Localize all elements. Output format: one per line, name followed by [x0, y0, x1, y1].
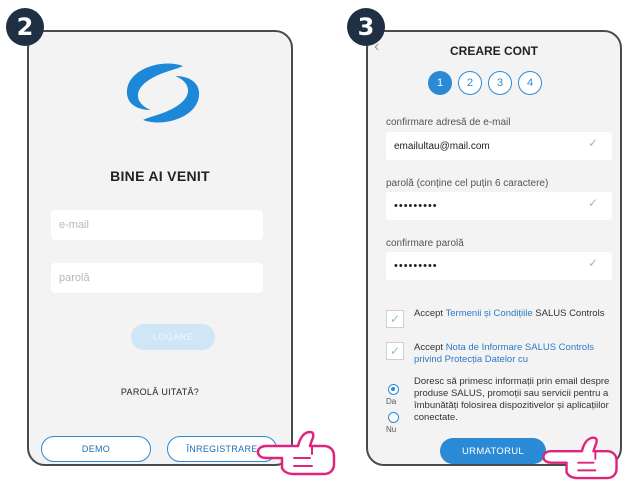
pointing-hand-icon — [256, 430, 336, 476]
forgot-password-link[interactable]: PAROLĂ UITATĂ? — [29, 387, 291, 397]
terms-prefix: Accept — [414, 308, 444, 319]
next-button[interactable]: URMATORUL — [440, 438, 546, 464]
step-badge-3: 3 — [347, 8, 385, 46]
check-icon: ✓ — [587, 136, 598, 150]
password-value: ••••••••• — [394, 200, 438, 212]
password-input[interactable]: parolă — [51, 263, 263, 293]
privacy-consent-text: Accept Nota de Informare SALUS Controls … — [414, 342, 618, 366]
confirm-email-field[interactable]: emailultau@mail.com ✓ — [386, 132, 612, 160]
privacy-checkbox[interactable]: ✓ — [386, 342, 404, 360]
salus-logo-icon — [126, 63, 200, 123]
marketing-consent-text: Doresc să primesc informații prin email … — [414, 376, 610, 423]
demo-button[interactable]: DEMO — [41, 436, 151, 462]
login-screen: BINE AI VENIT e-mail parolă LOGARE PAROL… — [27, 30, 293, 466]
check-icon: ✓ — [587, 256, 598, 270]
step-indicator: 1 2 3 4 — [428, 71, 542, 95]
step-4: 4 — [518, 71, 542, 95]
pointing-hand-icon — [542, 436, 618, 480]
email-input[interactable]: e-mail — [51, 210, 263, 240]
terms-suffix: SALUS Controls — [535, 308, 605, 319]
confirm-password-field[interactable]: ••••••••• ✓ — [386, 252, 612, 280]
welcome-title: BINE AI VENIT — [110, 168, 210, 184]
step-3: 3 — [488, 71, 512, 95]
check-icon: ✓ — [587, 196, 598, 210]
step-2: 2 — [458, 71, 482, 95]
page-title: CREARE CONT — [449, 44, 538, 58]
privacy-prefix: Accept — [414, 342, 444, 353]
terms-link[interactable]: Termenii și Condițiile — [446, 308, 533, 319]
step-badge-2: 2 — [6, 8, 44, 46]
confirm-password-value: ••••••••• — [394, 260, 438, 272]
login-button[interactable]: LOGARE — [131, 324, 215, 350]
marketing-yes-radio[interactable] — [388, 384, 399, 395]
confirm-email-label: confirmare adresă de e-mail — [386, 117, 511, 128]
marketing-no-radio[interactable] — [388, 412, 399, 423]
tutorial-figure: 2 BINE AI VENIT e-mail parolă LOGARE PAR… — [0, 0, 629, 483]
password-label: parolă (conține cel puțin 6 caractere) — [386, 178, 549, 189]
register-screen: ‹ CREARE CONT 1 2 3 4 confirmare adresă … — [366, 30, 622, 466]
terms-consent-text: Accept Termenii și Condițiile SALUS Cont… — [414, 308, 618, 320]
step-1: 1 — [428, 71, 452, 95]
confirm-password-label: confirmare parolă — [386, 238, 464, 249]
terms-checkbox[interactable]: ✓ — [386, 310, 404, 328]
password-field[interactable]: ••••••••• ✓ — [386, 192, 612, 220]
confirm-email-value: emailultau@mail.com — [394, 140, 490, 152]
radio-no-label: Nu — [386, 425, 397, 434]
radio-yes-label: Da — [386, 397, 397, 406]
